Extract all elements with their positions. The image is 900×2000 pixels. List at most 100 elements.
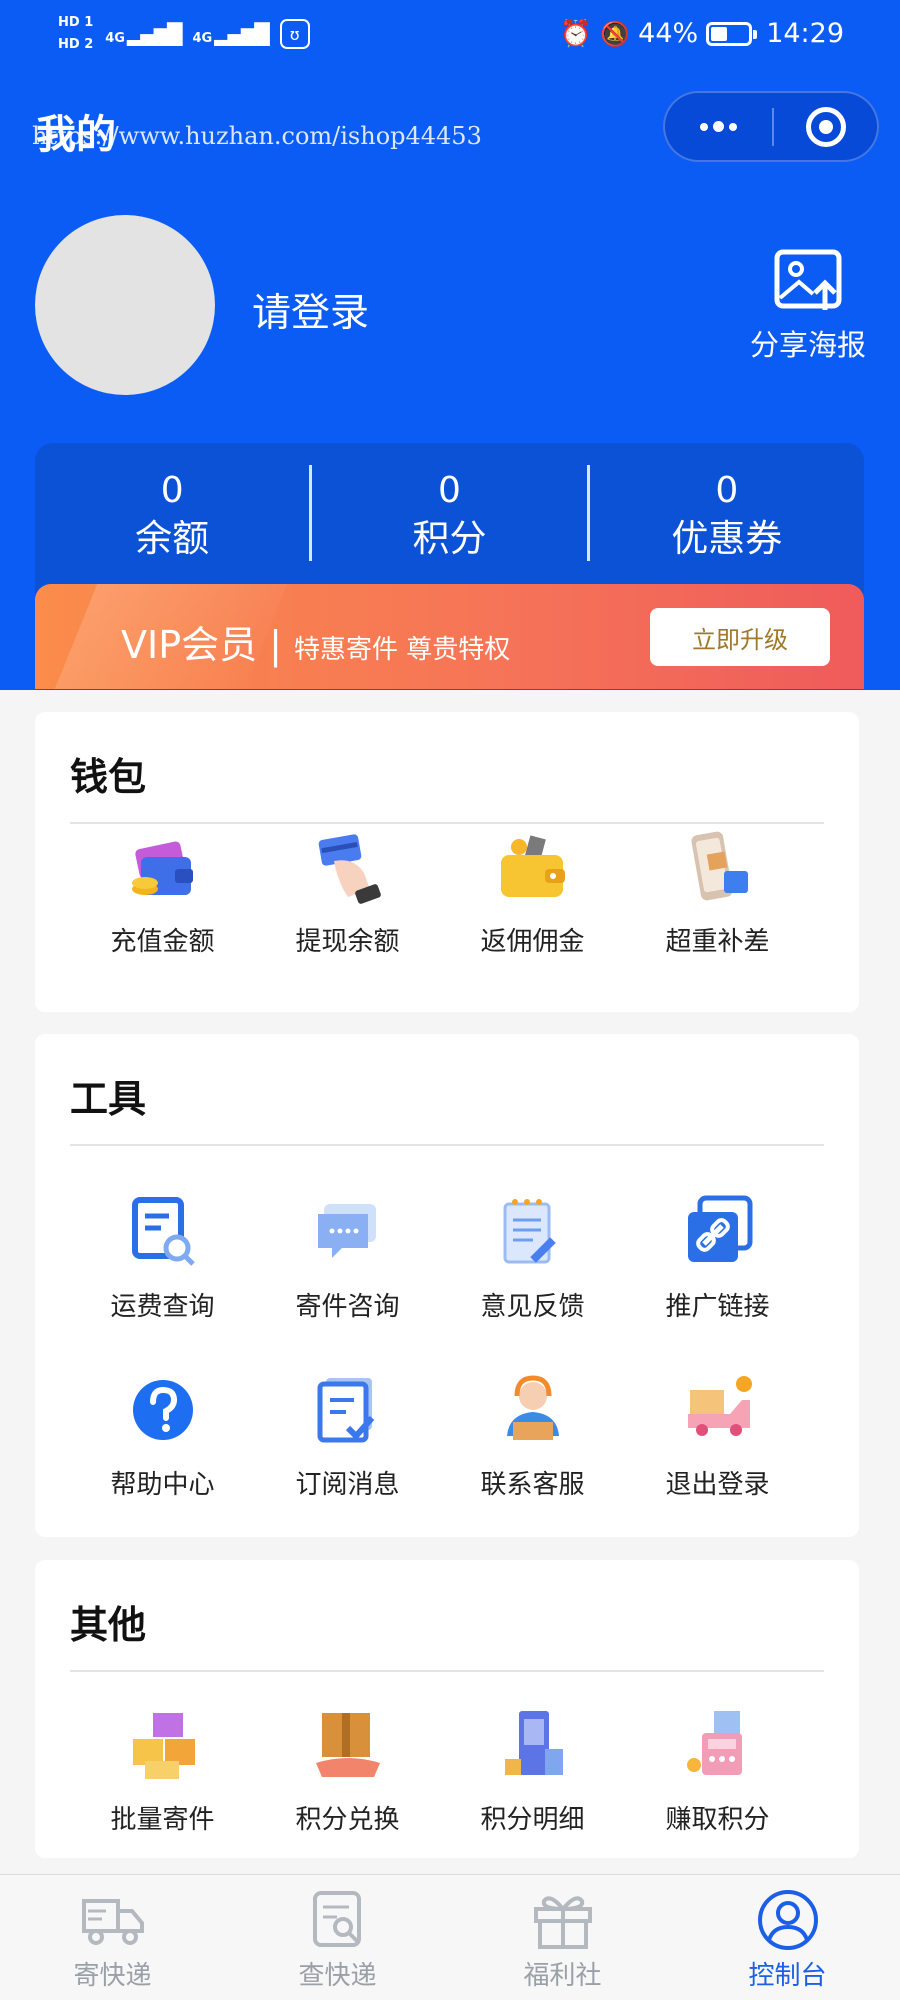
- mini-program-capsule: [663, 91, 879, 162]
- status-bar-right: ⏰ 🔕 44% 14:29: [560, 18, 844, 49]
- item-label: 寄件咨询: [295, 1292, 400, 1322]
- phone-package-icon: [690, 831, 748, 901]
- wallet-item-commission[interactable]: 返佣佣金: [440, 827, 625, 958]
- subscribe-doc-icon: [317, 1378, 374, 1443]
- other-card: 其他 批量寄件 积分兑换 积分明细 赚取积分: [35, 1560, 859, 1858]
- signal-1: 4G ▂▄▆█: [105, 22, 183, 46]
- tool-item-shipping-consult[interactable]: 寄件咨询: [255, 1192, 440, 1323]
- tool-item-subscribe[interactable]: 订阅消息: [255, 1370, 440, 1501]
- tool-item-help-center[interactable]: 帮助中心: [70, 1370, 255, 1501]
- vip-text: VIP会员 | 特惠寄件 尊贵特权: [121, 614, 510, 669]
- battery-percent: 44%: [638, 18, 699, 49]
- hd2-indicator: HD 2: [58, 37, 94, 52]
- item-label: 批量寄件: [110, 1805, 215, 1835]
- tab-send-express[interactable]: 寄快递: [0, 1875, 225, 2000]
- section-title: 钱包: [70, 755, 147, 799]
- link-icon: [687, 1195, 752, 1262]
- section-title: 工具: [70, 1077, 147, 1121]
- item-label: 提现余额: [295, 927, 400, 957]
- more-dot-icon: [729, 122, 737, 131]
- vip-title: VIP会员: [121, 623, 258, 667]
- card-hand-icon: [318, 834, 381, 904]
- box-exchange-icon: [315, 1713, 380, 1777]
- signal-bars-icon: ▂▄▆█: [214, 22, 270, 46]
- item-label: 积分明细: [480, 1805, 585, 1835]
- stat-points[interactable]: 0 积分: [312, 443, 586, 593]
- item-label: 意见反馈: [480, 1292, 585, 1322]
- tool-item-logout[interactable]: 退出登录: [625, 1370, 810, 1501]
- other-item-points-exchange[interactable]: 积分兑换: [255, 1705, 440, 1836]
- item-label: 订阅消息: [295, 1470, 400, 1500]
- hd-indicators: HD 1 HD 2: [58, 14, 93, 54]
- upgrade-button[interactable]: 立即升级: [650, 608, 830, 666]
- feedback-notepad-icon: [503, 1199, 556, 1264]
- tab-bar: 寄快递 查快递 福利社 控制台: [0, 1874, 900, 2000]
- stat-value: 0: [715, 470, 739, 511]
- tab-label: 查快递: [298, 1961, 377, 1991]
- status-bar: HD 1 HD 2 4G ▂▄▆█ 4G ▂▄▆█ ʊ ⏰ 🔕 44% 14:2…: [0, 0, 900, 80]
- stat-coupons[interactable]: 0 优惠券: [590, 443, 864, 593]
- tab-welfare[interactable]: 福利社: [450, 1875, 675, 2000]
- share-poster-label: 分享海报: [749, 328, 866, 362]
- boxes-icon: [132, 1713, 195, 1779]
- close-mini-program-button[interactable]: [774, 93, 877, 160]
- other-item-points-detail[interactable]: 积分明细: [440, 1705, 625, 1836]
- vip-banner[interactable]: VIP会员 | 特惠寄件 尊贵特权 立即升级: [35, 584, 864, 689]
- stat-label: 积分: [412, 517, 487, 560]
- other-item-earn-points[interactable]: 赚取积分: [625, 1705, 810, 1836]
- clock: 14:29: [766, 18, 844, 49]
- wallet-item-withdraw[interactable]: 提现余额: [255, 827, 440, 958]
- signal-bars-icon: ▂▄▆█: [126, 22, 183, 46]
- more-menu-button[interactable]: [665, 93, 772, 160]
- signal-2: 4G ▂▄▆█: [192, 22, 270, 46]
- tool-item-promo-link[interactable]: 推广链接: [625, 1192, 810, 1323]
- tools-card: 工具 运费查询 寄件咨询 意见反馈 推广链接 帮助中心 订阅消息 联系客服 退出…: [35, 1034, 859, 1537]
- tool-item-feedback[interactable]: 意见反馈: [440, 1192, 625, 1323]
- wallet-coins-icon: [131, 841, 193, 895]
- tab-label: 福利社: [523, 1961, 602, 1991]
- wallet-card: 钱包 充值金额 提现余额 返佣佣金 超重补差: [35, 712, 859, 1012]
- stat-balance[interactable]: 0 余额: [35, 443, 309, 593]
- user-icon: [757, 1890, 818, 1950]
- item-label: 运费查询: [110, 1292, 215, 1322]
- item-label: 联系客服: [480, 1470, 585, 1500]
- points-detail-icon: [504, 1711, 563, 1775]
- item-label: 充值金额: [110, 927, 215, 957]
- tab-label: 控制台: [748, 1961, 827, 1991]
- logout-truck-icon: [687, 1376, 752, 1436]
- login-prompt[interactable]: 请登录: [252, 282, 369, 338]
- hd1-indicator: HD 1: [58, 15, 94, 30]
- share-poster-icon: [774, 249, 842, 310]
- tool-item-freight-query[interactable]: 运费查询: [70, 1192, 255, 1323]
- section-divider: [70, 1144, 824, 1146]
- customer-service-icon: [506, 1375, 559, 1440]
- freight-search-icon: [131, 1197, 195, 1266]
- section-title: 其他: [70, 1603, 147, 1647]
- battery-icon: [706, 21, 758, 46]
- gift-icon: [533, 1896, 592, 1949]
- mute-bell-icon: 🔕: [600, 19, 631, 48]
- wallet-item-recharge[interactable]: 充值金额: [70, 827, 255, 958]
- watermark-text: https://www.huzhan.com/ishop44453: [32, 122, 482, 150]
- stat-label: 余额: [135, 517, 210, 560]
- truck-icon: [81, 1899, 144, 1945]
- tool-item-customer-service[interactable]: 联系客服: [440, 1370, 625, 1501]
- tab-console[interactable]: 控制台: [675, 1875, 900, 2000]
- net2-label: 4G: [192, 31, 213, 46]
- vip-subtitle: 特惠寄件 尊贵特权: [293, 635, 511, 665]
- app-notification-icon: ʊ: [279, 19, 310, 49]
- item-label: 超重补差: [665, 927, 770, 957]
- commission-wallet-icon: [500, 835, 565, 897]
- share-poster-button[interactable]: 分享海报: [738, 248, 878, 364]
- wallet-item-overweight[interactable]: 超重补差: [625, 827, 810, 958]
- status-bar-left: HD 1 HD 2 4G ▂▄▆█ 4G ▂▄▆█ ʊ: [58, 14, 310, 54]
- tab-track-express[interactable]: 查快递: [225, 1875, 450, 2000]
- avatar[interactable]: [35, 215, 215, 395]
- vip-separator: |: [269, 623, 282, 667]
- item-label: 赚取积分: [665, 1805, 770, 1835]
- other-item-batch-send[interactable]: 批量寄件: [70, 1705, 255, 1836]
- battery-fill: [711, 26, 728, 41]
- item-label: 退出登录: [665, 1470, 770, 1500]
- item-label: 帮助中心: [110, 1470, 215, 1500]
- chat-bubble-icon: [317, 1204, 376, 1258]
